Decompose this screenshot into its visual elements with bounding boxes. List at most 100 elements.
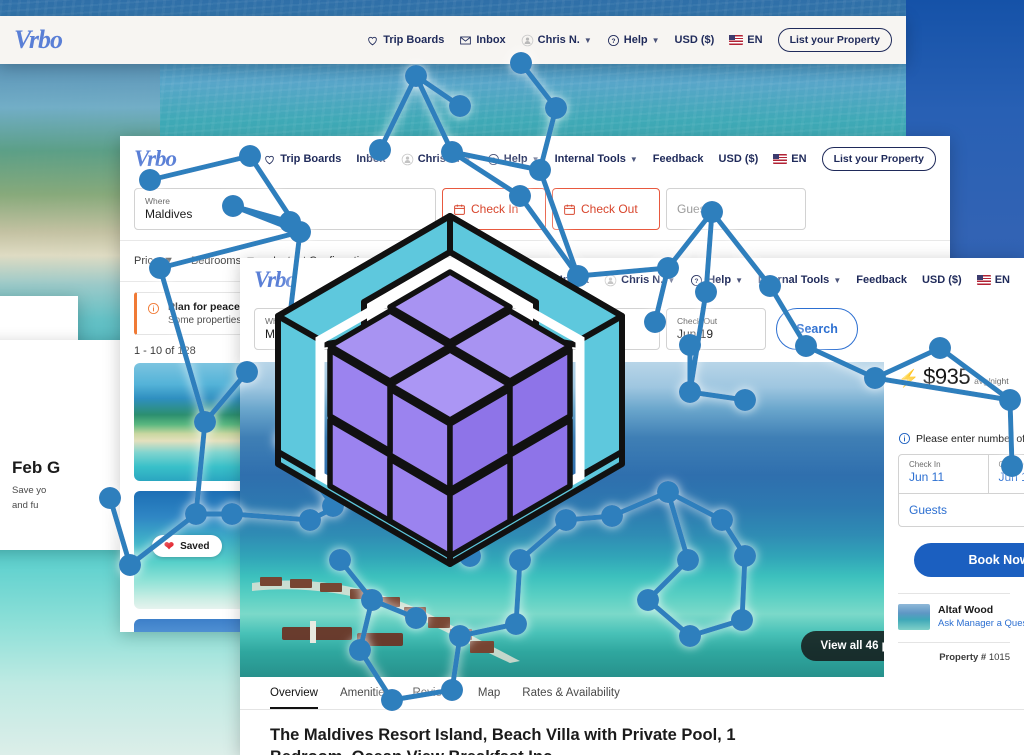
property-title: The Maldives Resort Island, Beach Villa … (270, 726, 736, 755)
chevron-down-icon: ▼ (463, 154, 472, 164)
search-button[interactable]: Search (776, 308, 858, 350)
heart-icon (265, 155, 274, 164)
property-number-label: Property # (939, 652, 987, 663)
nav-trip-boards-label: Trip Boards (280, 153, 342, 165)
checkout-value: Jun 19 (677, 326, 714, 341)
nav-currency[interactable]: USD ($) (675, 34, 715, 46)
nav-language[interactable]: EN (976, 274, 1010, 286)
chevron-down-icon: ▼ (667, 275, 676, 285)
heart-filled-icon: ❤ (164, 539, 175, 553)
nav-language[interactable]: EN (729, 34, 763, 46)
chevron-down-icon: ▼ (735, 275, 743, 285)
booking-checkin-value: Jun 11 (909, 470, 945, 484)
envelope-icon (460, 36, 472, 44)
nav-currency[interactable]: USD ($) (719, 153, 759, 165)
nav-account[interactable]: Chris N. ▼ (521, 34, 592, 47)
filter-bedrooms-label: Bedrooms (190, 254, 242, 267)
saved-badge[interactable]: ❤ Saved (152, 535, 222, 557)
nav-currency-label: USD ($) (921, 274, 962, 286)
nav-feedback[interactable]: Feedback (653, 153, 704, 165)
property-number-value: 1015 (988, 652, 1010, 663)
top-navigation-bar: Vrbo Trip Boards Inbox Chris N. ▼ ? Help… (0, 16, 906, 64)
nav-trip-boards[interactable]: Trip Boards (263, 153, 341, 166)
booking-date-box: Check In Jun 11 Check Out Jun 19 Guests (898, 454, 1024, 527)
chevron-down-icon: ▼ (583, 35, 592, 45)
info-circle-icon (148, 303, 159, 314)
price-unit: avg/night (974, 376, 1009, 386)
svg-text:?: ? (611, 37, 615, 44)
nav-trip-boards[interactable]: Trip Boards (366, 34, 444, 47)
nav-internal-tools-label: Internal Tools (758, 274, 830, 286)
property-number: Property # 1015 (898, 642, 1010, 663)
question-circle-icon: ? (487, 153, 499, 165)
svg-text:?: ? (695, 277, 699, 284)
list-your-property-button[interactable]: List your Property (777, 28, 892, 52)
list-your-property-button[interactable]: List your Property (821, 147, 936, 171)
vrbo-logo[interactable]: Vrbo (134, 146, 177, 172)
nav-inbox-label: Inbox (476, 34, 506, 46)
isometric-cube-logo (275, 213, 625, 567)
book-now-button[interactable]: Book Now (914, 543, 1024, 577)
tab-rates-availability[interactable]: Rates & Availability (522, 687, 620, 709)
question-circle-icon: ? (691, 274, 703, 286)
nav-account[interactable]: Chris N. ▼ (401, 153, 472, 166)
nav-inbox[interactable]: Inbox (356, 153, 385, 165)
nav-language[interactable]: EN (773, 153, 807, 165)
nav-internal-tools[interactable]: Internal Tools ▼ (555, 153, 638, 165)
checkout-input[interactable]: Check Out Jun 19 (666, 308, 766, 350)
us-flag-icon (976, 275, 991, 285)
user-avatar-icon (521, 34, 533, 46)
chevron-down-icon: ▼ (629, 154, 638, 164)
nav-account-label: Chris N. (537, 34, 580, 46)
nav-help-label: Help (707, 274, 732, 286)
nav-feedback[interactable]: Feedback (856, 274, 907, 286)
filter-price[interactable]: Price ▼ (134, 255, 174, 267)
ask-manager-link[interactable]: Ask Manager a Question (938, 618, 1024, 629)
chevron-down-icon: ▼ (163, 254, 174, 267)
nav-help[interactable]: ? Help ▼ (607, 34, 660, 47)
booking-guests-input[interactable]: Guests (899, 493, 1024, 526)
guest-notice-text: Please enter number of guests (916, 432, 1024, 445)
booking-checkin-label: Check In (909, 460, 941, 469)
booking-checkout-value: Jun 19 (998, 470, 1024, 484)
guests-placeholder: Guests (677, 202, 716, 216)
overwater-bungalows-illustration (252, 577, 520, 663)
booking-panel: ⚡ $935 avg/night Please enter number of … (884, 348, 1024, 688)
info-circle-icon (899, 433, 910, 444)
saved-label: Saved (180, 540, 210, 552)
chevron-down-icon: ▼ (833, 275, 842, 285)
tab-reviews[interactable]: Reviews (412, 687, 455, 709)
nav-currency[interactable]: USD ($) (922, 274, 962, 286)
booking-checkout-label: Check Out (998, 460, 1024, 469)
filter-price-label: Price (134, 254, 160, 267)
nav-help-label: Help (623, 34, 648, 46)
nav-help[interactable]: ? Help ▼ (487, 153, 540, 166)
price-block: ⚡ $935 avg/night (884, 348, 1024, 390)
question-circle-icon: ? (607, 34, 619, 46)
booking-checkout-input[interactable]: Check Out Jun 19 (989, 455, 1024, 493)
checkout-label: Check Out (677, 315, 718, 326)
us-flag-icon (729, 35, 744, 45)
tab-overview[interactable]: Overview (270, 687, 318, 709)
nav-account-label: Chris N. (417, 153, 460, 165)
user-avatar-icon (401, 153, 413, 165)
background-browser-window: Vrbo Trip Boards Inbox Chris N. ▼ ? Help… (0, 16, 906, 64)
nav-feedback-label: Feedback (856, 274, 907, 286)
nav-feedback-label: Feedback (652, 153, 704, 165)
results-navigation-bar: Vrbo Trip Boards Inbox Chris N. ▼ ? Help… (120, 136, 950, 182)
tab-map[interactable]: Map (478, 687, 500, 709)
tab-amenities[interactable]: Amenities (340, 687, 391, 709)
nav-inbox[interactable]: Inbox (459, 34, 506, 47)
manager-avatar (898, 604, 930, 630)
nav-language-label: EN (791, 153, 807, 165)
nav-inbox-label: Inbox (356, 153, 386, 165)
nav-currency-label: USD ($) (674, 34, 715, 46)
guests-input[interactable]: Guests (666, 188, 806, 230)
nav-internal-tools[interactable]: Internal Tools ▼ (758, 274, 841, 286)
vrbo-logo[interactable]: Vrbo (14, 25, 63, 55)
chevron-down-icon: ▼ (531, 154, 540, 164)
booking-checkin-input[interactable]: Check In Jun 11 (899, 455, 989, 493)
lightning-bolt-icon: ⚡ (898, 369, 920, 388)
nav-help[interactable]: ? Help ▼ (690, 274, 743, 287)
heart-icon (368, 36, 377, 45)
